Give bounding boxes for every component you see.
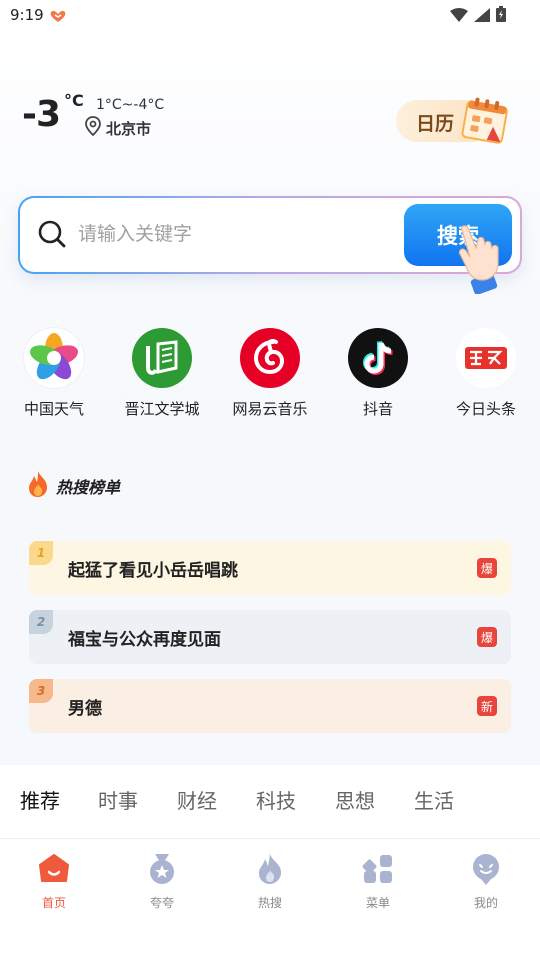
calendar-icon [428, 94, 512, 150]
jinjiang-icon [132, 328, 192, 388]
menu-grid-icon [361, 852, 395, 886]
hot-badge: 爆 [477, 558, 497, 578]
status-time: 9:19 [10, 6, 44, 24]
hot-item-3[interactable]: 3 男德 新 [29, 679, 511, 733]
signal-icon [474, 7, 490, 26]
app-label: 网易云音乐 [232, 400, 308, 418]
category-tabs: 推荐 时事 财经 科技 思想 生活 [0, 765, 540, 839]
profile-icon [469, 852, 503, 886]
location-text: 北京市 [106, 119, 152, 138]
tab-finance[interactable]: 财经 [177, 785, 217, 814]
battery-icon [496, 6, 506, 26]
nav-profile[interactable]: 我的 [446, 852, 526, 911]
nav-home[interactable]: 首页 [14, 852, 94, 911]
hot-badge: 新 [477, 696, 497, 716]
quick-apps: 中国天气 晋江文学城 网易云音乐 抖音 今日头条 [0, 328, 540, 428]
weather-temperature: -3 [22, 94, 61, 135]
tab-life[interactable]: 生活 [414, 785, 454, 814]
tab-tech[interactable]: 科技 [256, 785, 296, 814]
nav-label: 首页 [41, 896, 66, 910]
status-indicators [450, 6, 506, 26]
pointing-hand-icon [452, 220, 508, 298]
search-input[interactable] [78, 216, 398, 252]
weather-location: 北京市 [84, 116, 151, 140]
netease-music-icon [240, 328, 300, 388]
app-label: 抖音 [362, 400, 393, 418]
flame-icon [26, 470, 50, 502]
tab-recommend[interactable]: 推荐 [20, 785, 60, 814]
hot-search-title: 热搜榜单 [56, 478, 121, 497]
app-toutiao[interactable]: 今日头条 [436, 328, 536, 419]
nav-menu[interactable]: 菜单 [338, 852, 418, 911]
hot-badge: 爆 [477, 627, 497, 647]
hot-text: 福宝与公众再度见面 [68, 630, 221, 650]
app-jinjiang[interactable]: 晋江文学城 [112, 328, 212, 419]
status-bar: 9:19 [0, 0, 540, 32]
medal-icon [145, 852, 179, 886]
wifi-icon [450, 7, 468, 26]
hot-item-1[interactable]: 1 起猛了看见小岳岳唱跳 爆 [29, 541, 511, 595]
search-box: 搜索 [18, 196, 522, 274]
hot-text: 男德 [68, 699, 102, 719]
home-icon [37, 852, 71, 886]
hot-text: 起猛了看见小岳岳唱跳 [68, 561, 238, 581]
douyin-icon [348, 328, 408, 388]
app-label: 晋江文学城 [124, 400, 200, 418]
search-icon [36, 218, 68, 254]
tab-current-affairs[interactable]: 时事 [98, 785, 138, 814]
nav-label: 我的 [473, 896, 498, 910]
hot-item-2[interactable]: 2 福宝与公众再度见面 爆 [29, 610, 511, 664]
bottom-nav: 首页 夸夸 热搜 菜单 我的 [0, 840, 540, 960]
nav-hot[interactable]: 热搜 [230, 852, 310, 911]
hot-rank: 2 [29, 610, 53, 634]
nav-praise[interactable]: 夸夸 [122, 852, 202, 911]
hot-rank: 3 [29, 679, 53, 703]
search-inner: 搜索 [20, 198, 520, 272]
weather-range: 1°C~-4°C [96, 97, 165, 113]
hot-rank: 1 [29, 541, 53, 565]
app-netease-music[interactable]: 网易云音乐 [220, 328, 320, 419]
china-weather-icon [24, 328, 84, 388]
nav-label: 热搜 [257, 896, 282, 910]
app-douyin[interactable]: 抖音 [328, 328, 428, 419]
flame-icon [253, 852, 287, 886]
app-label: 今日头条 [455, 400, 516, 418]
weather-unit: °C [64, 91, 84, 110]
nav-label: 夸夸 [149, 896, 174, 910]
tab-thought[interactable]: 思想 [335, 785, 375, 814]
nav-label: 菜单 [365, 896, 390, 910]
app-china-weather[interactable]: 中国天气 [4, 328, 104, 419]
hot-search-header: 热搜榜单 [26, 470, 120, 502]
location-pin-icon [84, 116, 102, 140]
app-notification-icon [48, 8, 68, 27]
app-label: 中国天气 [23, 400, 84, 418]
toutiao-icon [456, 328, 516, 388]
